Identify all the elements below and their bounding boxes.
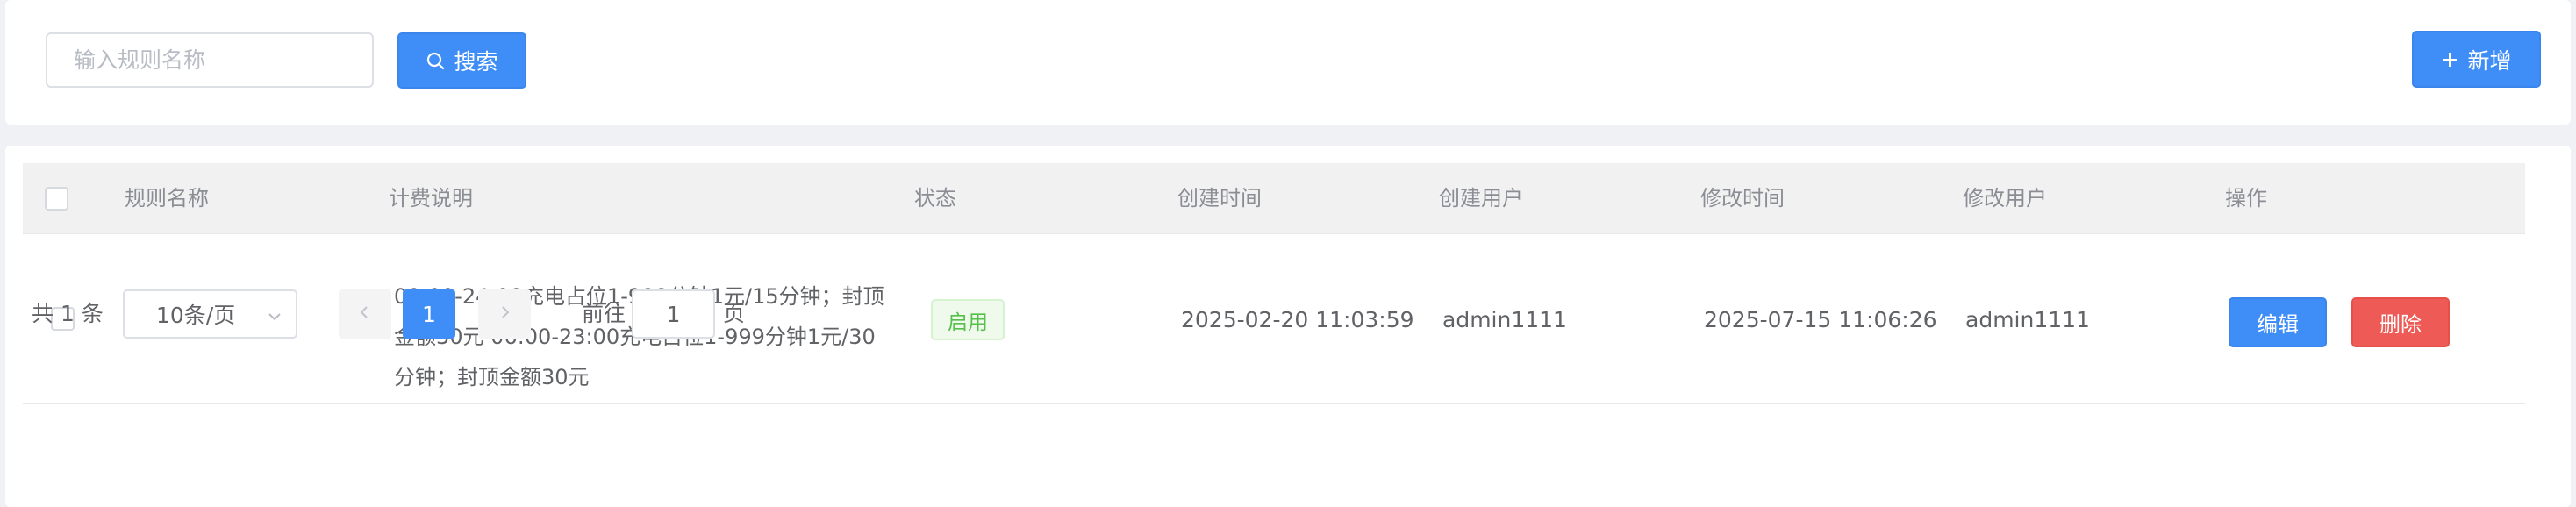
pagination-total: 共 1 条 bbox=[32, 289, 104, 339]
created-time-cell: 2025-02-20 11:03:59 bbox=[1181, 306, 1414, 332]
column-header-modified-user: 修改用户 bbox=[1963, 186, 2047, 211]
column-header-billing-desc: 计费说明 bbox=[389, 186, 473, 211]
search-button[interactable]: 搜索 bbox=[397, 32, 526, 89]
column-header-actions: 操作 bbox=[2225, 186, 2267, 211]
chevron-down-icon bbox=[266, 305, 283, 331]
modified-user-cell: admin1111 bbox=[1965, 306, 2090, 332]
total-prefix: 共 bbox=[32, 301, 54, 326]
status-badge: 启用 bbox=[931, 299, 1005, 340]
page-number-button[interactable]: 1 bbox=[403, 289, 455, 339]
search-panel: 搜索 新增 bbox=[5, 0, 2571, 125]
page-size-value: 10条/页 bbox=[156, 303, 236, 328]
rule-name-search-input[interactable] bbox=[46, 32, 374, 88]
chevron-left-icon bbox=[357, 304, 373, 324]
column-header-rule-name: 规则名称 bbox=[125, 186, 209, 211]
table-row: 测试占位计费 00:00-24:00充电占位1-999分钟1元/15分钟；封顶 … bbox=[23, 234, 2525, 404]
search-icon bbox=[426, 51, 445, 70]
delete-button[interactable]: 删除 bbox=[2351, 297, 2450, 347]
table-header: 规则名称 计费说明 状态 创建时间 创建用户 修改时间 修改用户 操作 bbox=[23, 163, 2525, 234]
column-header-created-time: 创建时间 bbox=[1177, 186, 1262, 211]
column-header-status: 状态 bbox=[914, 186, 956, 211]
prev-page-button[interactable] bbox=[339, 289, 391, 339]
goto-suffix: 页 bbox=[723, 301, 746, 326]
goto-page-input[interactable] bbox=[632, 289, 715, 339]
search-button-label: 搜索 bbox=[454, 49, 498, 75]
edit-button[interactable]: 编辑 bbox=[2229, 297, 2327, 347]
modified-time-cell: 2025-07-15 11:06:26 bbox=[1704, 306, 1937, 332]
chevron-right-icon bbox=[497, 304, 512, 324]
page-size-select[interactable]: 10条/页 bbox=[123, 289, 297, 339]
column-header-modified-time: 修改时间 bbox=[1700, 186, 1785, 211]
goto-prefix: 前往 bbox=[582, 301, 626, 326]
plus-icon bbox=[2441, 51, 2458, 68]
add-button[interactable]: 新增 bbox=[2412, 31, 2541, 88]
total-count: 1 bbox=[60, 301, 75, 326]
next-page-button[interactable] bbox=[478, 289, 531, 339]
total-suffix: 条 bbox=[81, 301, 104, 326]
billing-desc-line: 分钟；封顶金额30元 bbox=[394, 365, 590, 389]
select-all-checkbox[interactable] bbox=[45, 187, 68, 211]
column-header-created-user: 创建用户 bbox=[1439, 186, 1523, 211]
created-user-cell: admin1111 bbox=[1442, 306, 1567, 332]
add-button-label: 新增 bbox=[2467, 47, 2512, 74]
